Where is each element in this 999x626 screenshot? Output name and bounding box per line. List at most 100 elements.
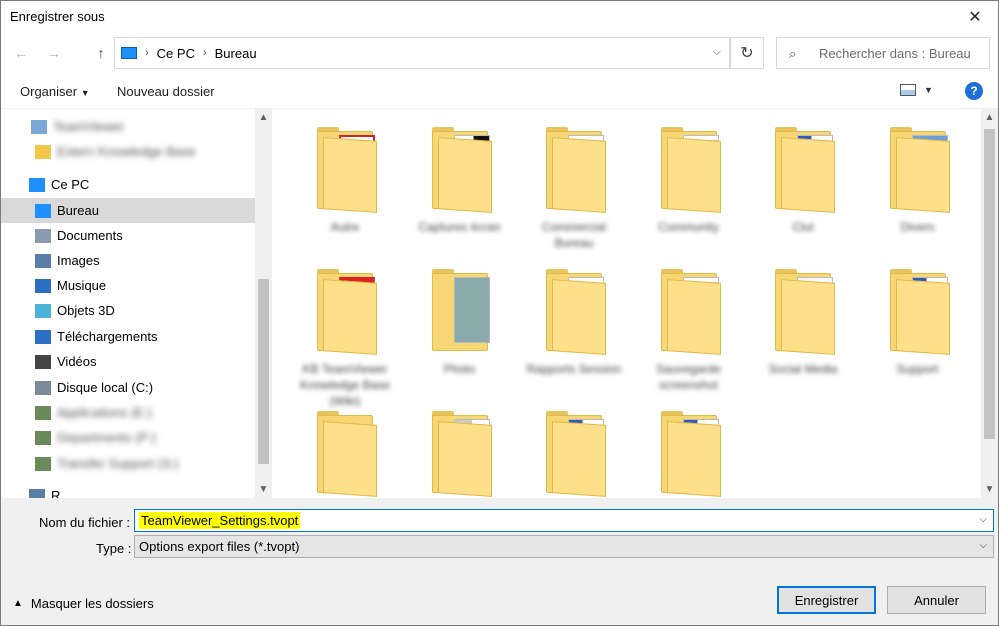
chevron-down-icon[interactable]: ⌵	[979, 514, 987, 525]
sidebar-item-7[interactable]: Objets 3D	[1, 298, 255, 323]
folder-item[interactable]: Captures écran	[410, 115, 510, 245]
breadcrumb-ce-pc[interactable]: Ce PC	[157, 46, 195, 61]
refresh-icon[interactable]: ↻	[730, 37, 764, 69]
scroll-down-icon[interactable]: ▼	[981, 481, 998, 498]
chevron-right-icon[interactable]: ›	[203, 47, 207, 59]
hide-folders-button[interactable]: ▲ Masquer les dossiers	[13, 596, 154, 611]
scroll-up-icon[interactable]: ▲	[981, 109, 998, 126]
folder-item[interactable]: Divers	[868, 115, 968, 245]
sidebar-item-label: Objets 3D	[57, 303, 115, 318]
folder-name: Captures écran	[418, 220, 501, 234]
folder-icon	[313, 269, 377, 355]
scroll-up-icon[interactable]: ▲	[255, 109, 272, 126]
folder-icon	[35, 144, 51, 159]
help-icon[interactable]: ?	[965, 82, 983, 100]
folder-icon	[428, 411, 492, 497]
filename-label: Nom du fichier :	[39, 515, 131, 530]
folder-icon	[657, 269, 721, 355]
search-input[interactable]: ⌕ Rechercher dans : Bureau	[776, 37, 990, 69]
folder-item[interactable]	[295, 399, 395, 498]
sidebar-item-3[interactable]: Bureau	[1, 198, 255, 223]
folder-name: Social Media	[768, 362, 838, 376]
downloads-icon	[35, 329, 51, 344]
cancel-button[interactable]: Annuler	[887, 586, 986, 614]
folder-icon	[313, 127, 377, 213]
folder-item[interactable]: Commercial Bureau	[524, 115, 624, 250]
sidebar-item-6[interactable]: Musique	[1, 273, 255, 298]
file-type-select[interactable]: Options export files (*.tvopt) ⌵	[134, 535, 994, 558]
sidebar-item-11[interactable]: Applications (E:)	[1, 400, 255, 425]
folder-icon	[313, 411, 377, 497]
folder-name: Photo	[443, 362, 476, 376]
view-options-button[interactable]: ▼	[900, 84, 933, 96]
folder-item[interactable]	[639, 399, 739, 498]
sidebar-item-0[interactable]: TeamViewer	[1, 114, 255, 139]
folder-item[interactable]: Clut	[753, 115, 853, 245]
back-arrow-icon[interactable]: ←	[11, 43, 31, 63]
sidebar-item-label: Musique	[57, 278, 107, 293]
network-drive-icon	[35, 430, 51, 445]
navigation-bar: ← → ↑ › Ce PC › Bureau ⌵ ↻ ⌕ Rechercher …	[1, 33, 998, 75]
sidebar-item-5[interactable]: Images	[1, 248, 255, 273]
network-icon	[29, 488, 45, 498]
up-arrow-icon[interactable]: ↑	[91, 43, 111, 63]
folder-name: Sauvegarde screenshot	[656, 362, 721, 392]
sidebar-item-10[interactable]: Disque local (C:)	[1, 375, 255, 400]
sidebar-item-label: Ce PC	[51, 177, 90, 192]
address-bar[interactable]: › Ce PC › Bureau ⌵	[114, 37, 730, 69]
breadcrumb-bureau[interactable]: Bureau	[215, 46, 257, 61]
content-scrollbar[interactable]: ▲ ▼	[981, 109, 998, 498]
search-placeholder: Rechercher dans : Bureau	[819, 45, 971, 61]
sidebar-scrollbar[interactable]: ▲ ▼	[255, 109, 272, 498]
folder-item[interactable]: Social Media	[753, 257, 853, 387]
sidebar-item-2[interactable]: Ce PC	[1, 172, 255, 197]
folder-item[interactable]: Sauvegarde screenshot	[639, 257, 739, 392]
organize-button[interactable]: Organiser ▼	[20, 84, 90, 99]
objects3d-icon	[35, 303, 51, 318]
sidebar-item-12[interactable]: Departments (P:)	[1, 425, 255, 450]
scroll-thumb[interactable]	[258, 279, 269, 464]
scroll-down-icon[interactable]: ▼	[255, 481, 272, 498]
folder-item[interactable]: Community	[639, 115, 739, 245]
sidebar-item-label: Disque local (C:)	[57, 380, 154, 395]
folder-item[interactable]	[524, 399, 624, 498]
folder-name: Rapports Session	[526, 362, 622, 376]
file-list: Autre Captures écran Commercial Bureau Comm…	[273, 109, 998, 498]
folder-icon	[657, 411, 721, 497]
sidebar-item-label: TeamViewer	[53, 119, 125, 134]
sidebar-item-1[interactable]: Extern Knowledge Base	[1, 139, 255, 164]
navigation-pane: TeamViewer Extern Knowledge Base Ce PC Bure…	[1, 109, 273, 498]
folder-item[interactable]	[410, 399, 510, 498]
sidebar-item-8[interactable]: Téléchargements	[1, 324, 255, 349]
folder-item[interactable]: Photo	[410, 257, 510, 387]
save-button[interactable]: Enregistrer	[777, 586, 876, 614]
folder-name: Community	[658, 220, 719, 234]
sidebar-item-label: Departments (P:)	[57, 430, 156, 445]
organize-label: Organiser	[20, 84, 78, 99]
sidebar-item-14[interactable]: R...	[1, 483, 255, 498]
sidebar-item-4[interactable]: Documents	[1, 223, 255, 248]
command-bar: Organiser ▼ Nouveau dossier ▼	[1, 75, 998, 109]
forward-arrow-icon[interactable]: →	[44, 43, 64, 63]
sidebar-item-9[interactable]: Vidéos	[1, 349, 255, 374]
folder-item[interactable]: Rapports Session	[524, 257, 624, 387]
new-folder-button[interactable]: Nouveau dossier	[117, 84, 215, 99]
sidebar-item-label: Images	[57, 253, 100, 268]
desktop-icon	[35, 203, 51, 218]
view-icon	[900, 84, 916, 96]
computer-icon	[29, 177, 45, 192]
scroll-thumb[interactable]	[984, 129, 995, 439]
filename-field[interactable]: TeamViewer_Settings.tvopt ⌵	[134, 509, 994, 532]
cloud-icon	[31, 119, 47, 134]
folder-item[interactable]: KB TeamViewer Knowledge Base (Wiki)	[295, 257, 395, 408]
close-icon[interactable]: ✕	[952, 1, 998, 33]
images-icon	[35, 253, 51, 268]
chevron-right-icon[interactable]: ›	[145, 47, 149, 59]
sidebar-item-label: Applications (E:)	[57, 405, 152, 420]
sidebar-item-13[interactable]: Transfer Support (S:)	[1, 451, 255, 476]
folder-icon	[542, 269, 606, 355]
folder-item[interactable]: Support	[868, 257, 968, 387]
chevron-down-icon[interactable]: ⌵	[713, 46, 721, 59]
folder-name: Autre	[330, 220, 360, 234]
folder-item[interactable]: Autre	[295, 115, 395, 245]
